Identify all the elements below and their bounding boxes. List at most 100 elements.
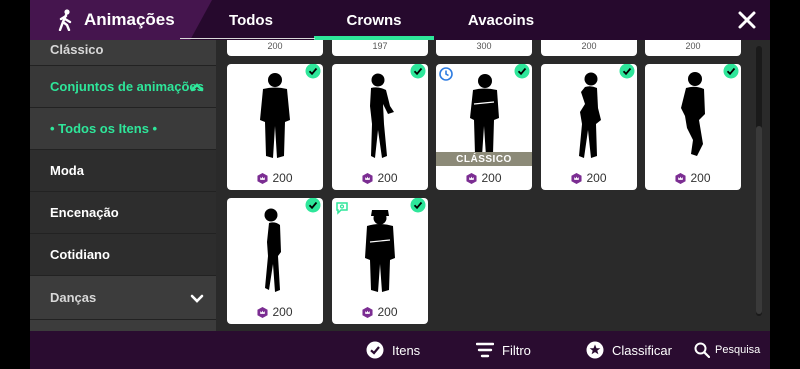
price-row: 200	[332, 304, 428, 320]
clock-icon	[439, 67, 453, 81]
price-row: 200	[436, 170, 532, 186]
price-row: 200	[332, 170, 428, 186]
sidebar-item-label: Conjuntos de animações	[50, 79, 204, 94]
tab-label: Avacoins	[467, 11, 535, 29]
chat-icon	[336, 202, 348, 215]
pose-silhouette	[365, 210, 395, 292]
sidebar-item-todos-os-itens[interactable]: • Todos os Itens •	[30, 108, 216, 150]
filter-button-label: Filtro	[502, 342, 531, 358]
item-price: 200	[267, 41, 283, 51]
check-circle-icon	[366, 341, 384, 359]
sort-button[interactable]: Classificar	[586, 331, 672, 369]
pose-silhouette	[681, 72, 705, 156]
item-price: 300	[476, 41, 492, 51]
item-price: 200	[690, 171, 711, 185]
sidebar-item-next[interactable]	[30, 320, 216, 331]
item-card[interactable]: 200	[645, 64, 741, 190]
crown-gem-icon	[257, 306, 269, 318]
item-price: 197	[372, 41, 388, 51]
owned-check-icon	[410, 198, 426, 213]
star-badge-icon	[586, 341, 604, 359]
tab-divider-line	[180, 38, 315, 39]
item-card-partial[interactable]: 197	[332, 40, 428, 56]
scrollbar-thumb[interactable]	[756, 126, 762, 314]
owned-check-icon	[305, 64, 321, 79]
pose-silhouette	[264, 208, 281, 292]
grid-scrollbar[interactable]	[756, 46, 762, 316]
chevron-down-icon	[190, 294, 204, 303]
category-sidebar: Clássico Conjuntos de animações • Todos …	[30, 40, 216, 331]
sidebar-item-label: Clássico	[50, 42, 104, 57]
item-card[interactable]: 200	[332, 64, 428, 190]
item-price: 200	[377, 171, 398, 185]
crown-gem-icon	[257, 172, 269, 184]
item-card[interactable]: ClássicoCLÁSSICO 200	[436, 64, 532, 190]
sidebar-item-label: Encenação	[50, 205, 119, 220]
crown-gem-icon	[571, 172, 583, 184]
owned-check-icon	[305, 198, 321, 213]
sidebar-item-label: Moda	[50, 163, 84, 178]
search-button-label: Pesquisa	[715, 344, 761, 356]
pose-silhouette	[260, 73, 290, 158]
crown-gem-icon	[675, 172, 687, 184]
pose-silhouette	[370, 73, 394, 158]
item-price: 200	[377, 305, 398, 319]
pose-silhouette	[470, 74, 499, 156]
sidebar-item-classico[interactable]: Clássico	[30, 40, 216, 66]
walking-person-icon	[58, 9, 72, 31]
price-row: 200	[227, 170, 323, 186]
item-price: 200	[685, 41, 701, 51]
app-frame: Animações Todos Crowns Avacoins Clássico…	[30, 0, 770, 369]
chevron-up-icon	[190, 82, 204, 91]
tab-todos[interactable]: Todos	[200, 0, 302, 40]
sidebar-item-label: Danças	[50, 290, 97, 305]
search-button[interactable]: Pesquisa	[694, 331, 760, 369]
items-button[interactable]: Itens	[366, 331, 420, 369]
pose-silhouette	[579, 72, 601, 158]
tab-avacoins[interactable]: Avacoins	[446, 0, 556, 40]
item-card-partial[interactable]: 300	[436, 40, 532, 56]
classic-tag: ClássicoCLÁSSICO	[436, 152, 532, 166]
price-row: 200	[227, 304, 323, 320]
bottom-toolbar: Itens Filtro Classificar Pesquisa	[30, 331, 770, 369]
owned-check-icon	[619, 64, 635, 79]
search-icon	[694, 342, 710, 358]
item-price: 200	[272, 171, 293, 185]
item-card[interactable]: 200	[227, 198, 323, 324]
item-price: 200	[586, 171, 607, 185]
owned-check-icon	[514, 64, 530, 79]
item-price: 200	[272, 305, 293, 319]
tab-label: Crowns	[346, 11, 402, 29]
close-icon[interactable]	[736, 9, 758, 31]
tag-label: CLÁSSICO	[456, 153, 512, 165]
item-card[interactable]: 200	[541, 64, 637, 190]
section-title: Animações	[84, 10, 175, 29]
item-card-partial[interactable]: 200	[541, 40, 637, 56]
sidebar-item-conjuntos[interactable]: Conjuntos de animações	[30, 66, 216, 108]
sort-button-label: Classificar	[612, 342, 672, 358]
item-card-partial[interactable]: 200	[645, 40, 741, 56]
filter-button[interactable]: Filtro	[476, 331, 531, 369]
top-bar: Animações Todos Crowns Avacoins	[30, 0, 770, 40]
price-row: 200	[541, 170, 637, 186]
filter-lines-icon	[476, 342, 494, 358]
price-row: 200	[645, 170, 741, 186]
item-card[interactable]: 200	[227, 64, 323, 190]
crown-gem-icon	[466, 172, 478, 184]
items-button-label: Itens	[392, 342, 421, 358]
owned-check-icon	[723, 64, 739, 79]
animation-grid: 200 197 300 200 200 200 200 CLÁSSICO 200…	[216, 40, 756, 331]
item-card-partial[interactable]: 200	[227, 40, 323, 56]
item-price: 200	[481, 171, 502, 185]
item-price: 200	[581, 41, 597, 51]
item-card[interactable]: 200	[332, 198, 428, 324]
sidebar-item-moda[interactable]: Moda	[30, 150, 216, 192]
crown-gem-icon	[362, 172, 374, 184]
owned-check-icon	[410, 64, 426, 79]
sidebar-item-encenacao[interactable]: Encenação	[30, 192, 216, 234]
tab-label: Todos	[229, 11, 273, 29]
sidebar-item-cotidiano[interactable]: Cotidiano	[30, 234, 216, 276]
sidebar-item-label: Cotidiano	[50, 247, 110, 262]
tab-crowns[interactable]: Crowns	[314, 0, 434, 40]
sidebar-item-dancas[interactable]: Danças	[30, 276, 216, 320]
